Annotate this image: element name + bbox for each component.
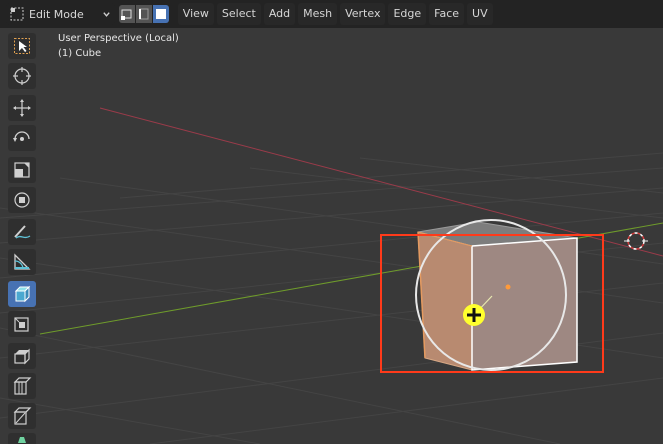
viewport-header: Edit Mode View Select Add Mesh Vertex Ed… [0,0,663,28]
tool-scale[interactable] [8,157,36,183]
knife-icon [18,437,26,443]
edit-mode-icon [10,7,24,21]
menu-add[interactable]: Add [263,3,296,25]
transform-icon [14,192,30,208]
vertex-select-icon [120,9,132,20]
header-menus: View Select Add Mesh Vertex Edge Face UV [177,3,496,25]
scale-icon [14,162,30,178]
tool-bevel[interactable] [8,373,36,399]
menu-uv[interactable]: UV [467,3,493,25]
3d-viewport[interactable]: User Perspective (Local) (1) Cube [0,28,663,444]
tool-cursor[interactable] [8,63,36,89]
tool-rotate[interactable] [8,125,36,151]
bevel-icon [13,377,32,395]
selection-box [380,234,604,373]
loop-cut-icon [13,407,32,425]
select-mode-group [118,5,170,23]
perspective-label: User Perspective (Local) [58,33,179,44]
add-cube-icon [14,285,31,303]
mode-label: Edit Mode [29,7,84,21]
face-select-icon [155,9,166,19]
chevron-down-icon [103,11,110,17]
menu-view[interactable]: View [177,3,214,25]
tool-extrude-region[interactable] [8,311,36,337]
object-label: (1) Cube [58,48,102,59]
menu-vertex[interactable]: Vertex [340,3,386,25]
tool-select-box[interactable] [8,33,36,59]
tool-move[interactable] [8,95,36,121]
move-icon [13,99,31,117]
tool-annotate[interactable] [8,219,36,245]
annotate-icon [14,225,31,239]
tool-knife[interactable] [8,433,36,444]
edge-select-icon [138,8,149,20]
menu-edge[interactable]: Edge [388,3,427,25]
vertex-select-button[interactable] [118,5,135,23]
extrude-region-icon [14,317,29,332]
cursor-icon [13,67,31,85]
measure-icon [14,253,31,270]
menu-select[interactable]: Select [216,3,261,25]
rotate-icon [13,131,30,142]
edge-select-button[interactable] [135,5,152,23]
tool-loop-cut[interactable] [8,403,36,429]
inset-faces-icon [14,348,30,365]
select-box-icon [14,38,30,54]
tool-measure[interactable] [8,249,36,275]
tool-transform[interactable] [8,187,36,213]
mode-dropdown[interactable]: Edit Mode [6,3,115,25]
tool-add-cube[interactable] [8,281,36,307]
blender-window: Edit Mode View Select Add Mesh Vertex Ed… [0,0,663,444]
face-select-button[interactable] [152,5,169,23]
menu-face[interactable]: Face [429,3,465,25]
menu-mesh[interactable]: Mesh [298,3,338,25]
tool-inset-faces[interactable] [8,343,36,369]
